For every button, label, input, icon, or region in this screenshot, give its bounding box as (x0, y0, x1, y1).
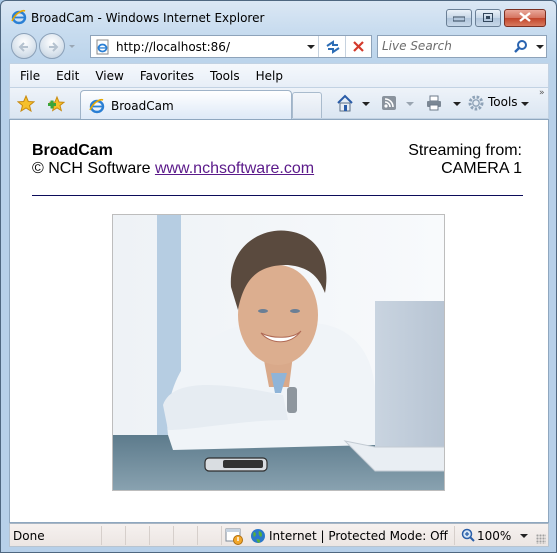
menu-file[interactable]: File (12, 69, 48, 83)
nch-software-link[interactable]: www.nchsoftware.com (155, 160, 314, 177)
copyright-text: © NCH Software (32, 160, 155, 177)
search-box[interactable] (377, 35, 547, 58)
page-viewport: BroadCam © NCH Software www.nchsoftware.… (9, 119, 549, 523)
camera-feed-illustration (113, 215, 444, 490)
url-input[interactable] (116, 39, 306, 54)
streaming-label: Streaming from: (408, 142, 522, 159)
stop-icon[interactable] (349, 38, 369, 56)
forward-button[interactable] (39, 33, 65, 59)
camera-name: CAMERA 1 (441, 160, 522, 177)
menu-view[interactable]: View (87, 69, 131, 83)
maximize-icon (483, 11, 493, 25)
popup-blocked-warning-icon[interactable] (225, 527, 243, 545)
header-divider (32, 195, 523, 196)
maximize-button[interactable] (475, 9, 501, 27)
camera-feed-image (112, 214, 445, 491)
back-arrow-icon (18, 42, 28, 52)
tools-button[interactable]: Tools (488, 95, 518, 109)
new-tab-button[interactable] (292, 92, 322, 118)
browser-window: BroadCam - Windows Internet Explorer htt… (0, 0, 557, 553)
feeds-dropdown[interactable] (406, 102, 414, 106)
zoom-dropdown[interactable] (520, 534, 528, 538)
command-bar: BroadCam Tools » (9, 87, 549, 120)
zoom-icon[interactable] (461, 528, 475, 542)
add-favorite-icon[interactable] (47, 95, 66, 113)
close-icon (519, 11, 531, 25)
search-icon[interactable] (513, 39, 529, 55)
home-dropdown[interactable] (362, 102, 370, 106)
recent-pages-dropdown[interactable] (69, 45, 75, 48)
menu-bar: File Edit View Favorites Tools Help (9, 63, 549, 87)
menu-help[interactable]: Help (248, 69, 291, 83)
menu-edit[interactable]: Edit (48, 69, 87, 83)
menu-favorites[interactable]: Favorites (132, 69, 202, 83)
print-icon[interactable] (425, 94, 443, 112)
tab-label: BroadCam (111, 98, 174, 113)
page-header: BroadCam © NCH Software www.nchsoftware.… (32, 142, 314, 178)
address-bar[interactable] (90, 35, 372, 58)
favorites-center-icon[interactable] (16, 94, 36, 113)
title-bar: BroadCam - Windows Internet Explorer (1, 1, 556, 31)
tab-broadcam[interactable]: BroadCam (80, 90, 292, 120)
resize-grip[interactable] (536, 534, 546, 544)
security-zone-text[interactable]: Internet | Protected Mode: Off (269, 529, 448, 543)
close-button[interactable] (504, 9, 546, 27)
tools-dropdown[interactable] (521, 102, 529, 106)
status-bar: Done Internet | Protected Mode: Off 100% (9, 523, 549, 547)
streaming-info: Streaming from: CAMERA 1 (408, 142, 522, 178)
address-dropdown[interactable] (307, 45, 315, 49)
page-icon (95, 39, 111, 55)
forward-arrow-icon (49, 42, 59, 52)
navigation-bar (1, 31, 556, 61)
overflow-chevron-icon[interactable]: » (539, 88, 545, 98)
internet-zone-globe-icon (250, 528, 266, 544)
zoom-level[interactable]: 100% (477, 529, 511, 543)
search-input[interactable] (382, 39, 507, 53)
home-icon[interactable] (336, 94, 354, 112)
ie-page-icon (89, 98, 105, 114)
print-dropdown[interactable] (453, 102, 461, 106)
copyright-line: © NCH Software www.nchsoftware.com (32, 160, 314, 178)
gear-icon[interactable] (467, 94, 485, 112)
menu-tools[interactable]: Tools (202, 69, 248, 83)
minimize-button[interactable] (446, 9, 472, 27)
minimize-icon (452, 11, 466, 25)
search-provider-dropdown[interactable] (536, 45, 544, 49)
ie-logo-icon (11, 9, 27, 25)
window-title: BroadCam - Windows Internet Explorer (31, 11, 265, 25)
page-title: BroadCam (32, 142, 113, 159)
feeds-icon[interactable] (380, 94, 398, 112)
back-button[interactable] (11, 33, 37, 59)
status-text: Done (13, 529, 45, 543)
refresh-icon[interactable] (323, 38, 343, 56)
